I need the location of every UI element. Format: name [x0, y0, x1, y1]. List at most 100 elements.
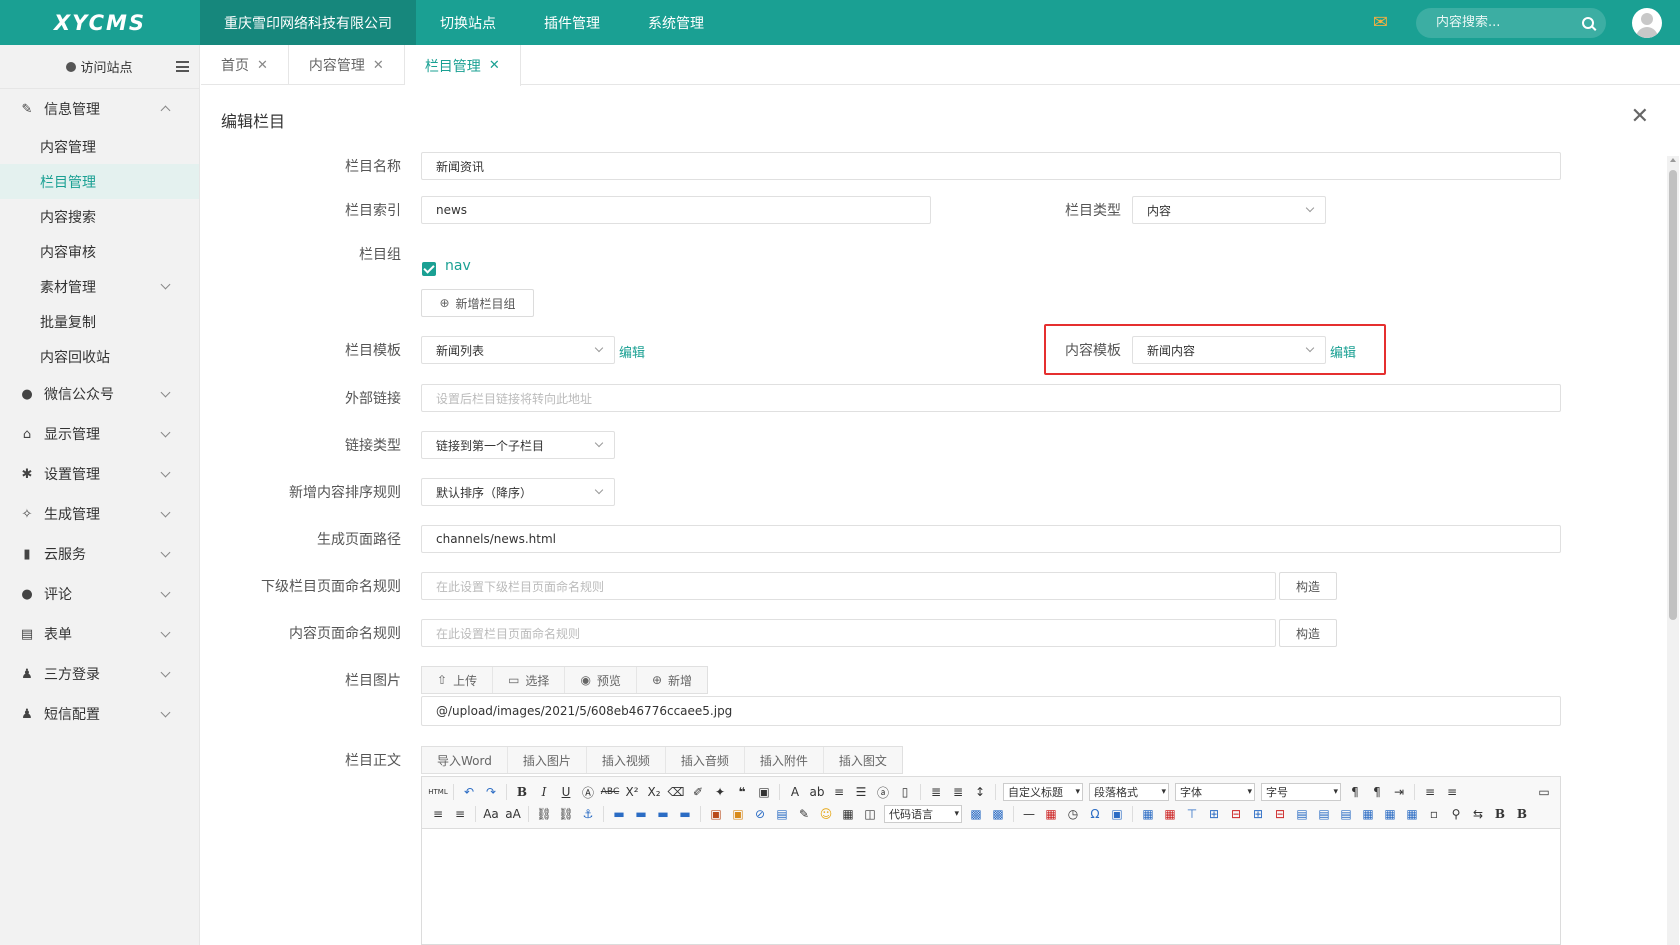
insert-image-button[interactable]: 插入图片 — [508, 747, 587, 773]
font-color-icon[interactable]: A — [785, 783, 805, 801]
tab-home[interactable]: 首页 ✕ — [201, 45, 289, 85]
search-replace-icon[interactable]: ⚲ — [1446, 805, 1466, 823]
image-path-input[interactable]: @/upload/images/2021/5/608eb46776ccaee5.… — [421, 696, 1561, 726]
line-height-icon[interactable]: ↕ — [970, 783, 990, 801]
topnav-plugins[interactable]: 插件管理 — [520, 0, 624, 45]
subscript-icon[interactable]: X₂ — [644, 783, 664, 801]
select-all-icon[interactable]: ⓐ — [873, 783, 893, 801]
time-icon[interactable]: ◷ — [1063, 805, 1083, 823]
scrawl-icon[interactable]: ✎ — [794, 805, 814, 823]
merge-right-icon[interactable]: ▤ — [1314, 805, 1334, 823]
special-chars-icon[interactable]: Ω — [1085, 805, 1105, 823]
channel-index-input[interactable]: news — [421, 196, 931, 224]
channel-name-input[interactable]: 新闻资讯 — [421, 152, 1561, 180]
image-center-icon[interactable]: ▬ — [675, 805, 695, 823]
gallery-icon[interactable]: ▩ — [966, 805, 986, 823]
eraser-icon[interactable]: ⌫ — [666, 783, 686, 801]
merge-cells-icon[interactable]: ▤ — [1292, 805, 1312, 823]
sidebar-group-forms[interactable]: ▤ 表单 — [0, 614, 199, 654]
clear-doc-icon[interactable]: ▯ — [895, 783, 915, 801]
insert-row-icon[interactable]: ⊞ — [1204, 805, 1224, 823]
sidebar-group-settings[interactable]: ✱ 设置管理 — [0, 454, 199, 494]
code-icon[interactable]: ◫ — [860, 805, 880, 823]
select-button[interactable]: ▭ 选择 — [493, 667, 566, 693]
add-channel-group-button[interactable]: ⊕ 新增栏目组 — [421, 289, 534, 317]
tab-channel[interactable]: 栏目管理 ✕ — [404, 45, 521, 86]
attachment-icon[interactable]: ⊘ — [750, 805, 770, 823]
avatar[interactable] — [1632, 7, 1662, 38]
sidebar-group-oauth[interactable]: ♟ 三方登录 — [0, 654, 199, 694]
insert-attachment-button[interactable]: 插入附件 — [745, 747, 824, 773]
search-input[interactable] — [1436, 15, 1576, 30]
visit-site-link[interactable]: 访问站点 — [0, 45, 199, 89]
bold-icon[interactable]: B — [512, 783, 532, 801]
content-template-edit-link[interactable]: 编辑 — [1330, 342, 1356, 361]
channel-template-edit-link[interactable]: 编辑 — [619, 342, 645, 361]
html-source-icon[interactable]: HTML — [428, 783, 448, 801]
ltr-icon[interactable]: ¶ — [1345, 783, 1365, 801]
unlink-icon[interactable]: ⛓ — [556, 805, 576, 823]
image-right-icon[interactable]: ▬ — [653, 805, 673, 823]
page-scrollbar[interactable] — [1667, 156, 1679, 945]
link-icon[interactable]: ⛓ — [534, 805, 554, 823]
justify-center-icon[interactable]: ≡ — [1442, 783, 1462, 801]
merge-down-icon[interactable]: ▤ — [1336, 805, 1356, 823]
close-icon[interactable]: ✕ — [257, 58, 268, 73]
unordered-list-icon[interactable]: ☰ — [851, 783, 871, 801]
delete-col-icon[interactable]: ⊟ — [1270, 805, 1290, 823]
app-logo[interactable]: XYCMS — [0, 0, 200, 45]
sidebar-group-sms[interactable]: ♟ 短信配置 — [0, 694, 199, 734]
split-cells-icon[interactable]: ▦ — [1358, 805, 1378, 823]
search-icon[interactable] — [1582, 16, 1594, 29]
justify-left-icon[interactable]: ≡ — [1420, 783, 1440, 801]
bold-alt-icon[interactable]: B — [1490, 805, 1510, 823]
sidebar-group-comments[interactable]: ● 评论 — [0, 574, 199, 614]
editor-body[interactable] — [422, 829, 1560, 944]
quote-icon[interactable]: ❝ — [732, 783, 752, 801]
undo-icon[interactable]: ↶ — [459, 783, 479, 801]
topnav-site-name[interactable]: 重庆雪印网络科技有限公司 — [200, 0, 416, 45]
sub-naming-build-button[interactable]: 构造 — [1279, 572, 1337, 600]
preview-button[interactable]: ◉ 预览 — [565, 667, 637, 693]
sidebar-group-cloud[interactable]: ▮ 云服务 — [0, 534, 199, 574]
paste-text-icon[interactable]: ▣ — [754, 783, 774, 801]
insert-video-button[interactable]: 插入视频 — [587, 747, 666, 773]
font-size-select[interactable]: 字号 — [1261, 783, 1341, 801]
external-link-input[interactable]: 设置后栏目链接将转向此地址 — [421, 384, 1561, 412]
close-icon[interactable]: ✕ — [1631, 104, 1649, 129]
message-icon[interactable]: ✉ — [1373, 12, 1388, 33]
background-color-icon[interactable]: ab — [807, 783, 827, 801]
sidebar-group-display[interactable]: ⌂ 显示管理 — [0, 414, 199, 454]
sidebar-item-material[interactable]: 素材管理 — [0, 269, 199, 304]
insert-paragraph-before-table-icon[interactable]: ⊤ — [1182, 805, 1202, 823]
anchor-icon[interactable]: ⚓ — [578, 805, 598, 823]
link-type-select[interactable]: 链接到第一个子栏目 — [421, 431, 615, 459]
strikethrough-icon[interactable]: ABC — [600, 783, 620, 801]
sub-naming-input[interactable]: 在此设置下级栏目页面命名规则 — [421, 572, 1276, 600]
sidebar-item-review[interactable]: 内容审核 — [0, 234, 199, 269]
rtl-icon[interactable]: ¶ — [1367, 783, 1387, 801]
font-border-icon[interactable]: Ⓐ — [578, 783, 598, 801]
auto-format-icon[interactable]: ✦ — [710, 783, 730, 801]
import-word-button[interactable]: 导入Word — [422, 747, 508, 773]
topnav-switch-site[interactable]: 切换站点 — [416, 0, 520, 45]
image-left-icon[interactable]: ▬ — [631, 805, 651, 823]
drafts-icon[interactable]: ⇆ — [1468, 805, 1488, 823]
channel-template-select[interactable]: 新闻列表 — [421, 336, 615, 364]
horizontal-rule-icon[interactable]: — — [1019, 805, 1039, 823]
sidebar-item-search[interactable]: 内容搜索 — [0, 199, 199, 234]
emotion-icon[interactable]: ☺ — [816, 805, 836, 823]
close-icon[interactable]: ✕ — [489, 58, 500, 73]
date-icon[interactable]: ▦ — [1041, 805, 1061, 823]
scrollbar-thumb[interactable] — [1669, 170, 1677, 620]
sidebar-group-generate[interactable]: ✧ 生成管理 — [0, 494, 199, 534]
channel-type-select[interactable]: 内容 — [1132, 196, 1326, 224]
redo-icon[interactable]: ↷ — [481, 783, 501, 801]
delete-row-icon[interactable]: ⊟ — [1226, 805, 1246, 823]
tab-content[interactable]: 内容管理 ✕ — [289, 45, 405, 85]
justify-right-icon[interactable]: ≡ — [428, 805, 448, 823]
close-icon[interactable]: ✕ — [373, 58, 384, 73]
italic-icon[interactable]: I — [534, 783, 554, 801]
split-cols-icon[interactable]: ▦ — [1402, 805, 1422, 823]
template-icon[interactable]: ▦ — [838, 805, 858, 823]
